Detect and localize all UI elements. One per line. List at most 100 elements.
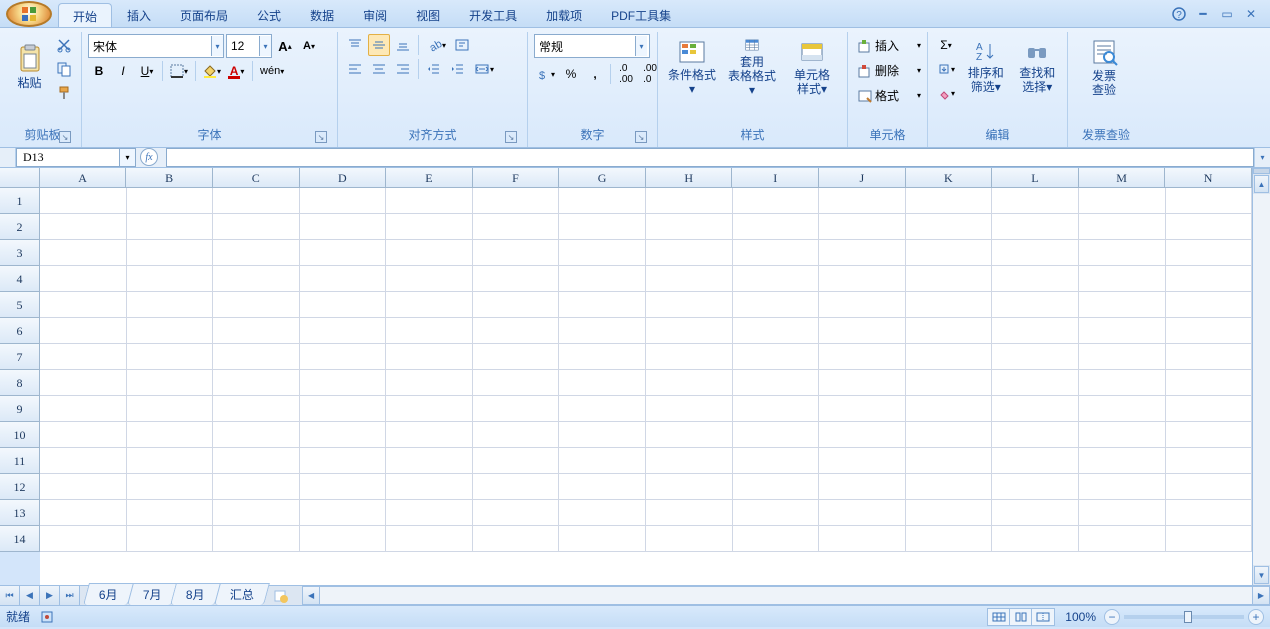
comma-button[interactable]: , bbox=[584, 63, 606, 85]
cell-styles-button[interactable]: 单元格样式▾ bbox=[784, 34, 840, 100]
normal-view-button[interactable] bbox=[988, 609, 1010, 625]
find-select-button[interactable]: 查找和选择▾ bbox=[1014, 34, 1061, 100]
autosum-button[interactable]: Σ▾ bbox=[934, 34, 958, 56]
tab-插入[interactable]: 插入 bbox=[113, 3, 165, 27]
new-sheet-button[interactable] bbox=[270, 586, 292, 605]
row-header-14[interactable]: 14 bbox=[0, 526, 40, 552]
format-painter-button[interactable] bbox=[53, 82, 75, 104]
col-header-C[interactable]: C bbox=[213, 168, 300, 187]
font-name-dropdown[interactable]: ▾ bbox=[211, 36, 223, 56]
font-size-dropdown[interactable]: ▾ bbox=[259, 36, 271, 56]
zoom-level[interactable]: 100% bbox=[1065, 610, 1096, 624]
restore-icon[interactable]: ▭ bbox=[1220, 7, 1234, 21]
col-header-I[interactable]: I bbox=[732, 168, 819, 187]
decrease-font-button[interactable]: A▾ bbox=[298, 35, 320, 57]
col-header-A[interactable]: A bbox=[40, 168, 127, 187]
row-header-2[interactable]: 2 bbox=[0, 214, 40, 240]
sheet-tab-6月[interactable]: 6月 bbox=[83, 583, 134, 605]
decrease-indent-button[interactable] bbox=[423, 58, 445, 80]
fx-button[interactable]: fx bbox=[140, 148, 158, 166]
format-cells-button[interactable]: 格式▾ bbox=[854, 84, 924, 107]
col-header-J[interactable]: J bbox=[819, 168, 906, 187]
page-layout-view-button[interactable] bbox=[1010, 609, 1032, 625]
col-header-B[interactable]: B bbox=[126, 168, 213, 187]
number-format-dropdown[interactable]: ▾ bbox=[635, 36, 647, 56]
row-header-5[interactable]: 5 bbox=[0, 292, 40, 318]
paste-button[interactable]: 粘贴 bbox=[10, 34, 49, 100]
row-header-11[interactable]: 11 bbox=[0, 448, 40, 474]
invoice-check-button[interactable]: 发票查验 bbox=[1074, 34, 1134, 100]
tab-审阅[interactable]: 审阅 bbox=[349, 3, 401, 27]
wrap-text-button[interactable] bbox=[451, 34, 473, 56]
copy-button[interactable] bbox=[53, 58, 75, 80]
font-launcher[interactable]: ↘ bbox=[315, 131, 327, 143]
macro-record-icon[interactable] bbox=[40, 610, 54, 624]
sheet-nav-prev[interactable]: ◀ bbox=[20, 586, 40, 605]
orientation-button[interactable]: ab▾ bbox=[423, 34, 449, 56]
close-icon[interactable]: ✕ bbox=[1244, 7, 1258, 21]
row-header-12[interactable]: 12 bbox=[0, 474, 40, 500]
name-box-dropdown[interactable]: ▾ bbox=[119, 149, 135, 166]
sheet-tab-8月[interactable]: 8月 bbox=[170, 583, 221, 605]
align-left-button[interactable] bbox=[344, 58, 366, 80]
tab-公式[interactable]: 公式 bbox=[243, 3, 295, 27]
currency-button[interactable]: $▾ bbox=[534, 63, 558, 85]
row-header-7[interactable]: 7 bbox=[0, 344, 40, 370]
scroll-down-button[interactable]: ▼ bbox=[1254, 566, 1269, 584]
increase-decimal-button[interactable]: .0.00 bbox=[615, 60, 637, 88]
align-bottom-button[interactable] bbox=[392, 34, 414, 56]
merge-cells-button[interactable]: ▾ bbox=[471, 58, 497, 80]
fill-color-button[interactable]: ▾ bbox=[200, 60, 224, 82]
sheet-nav-last[interactable]: ⏭ bbox=[60, 586, 80, 605]
tab-数据[interactable]: 数据 bbox=[296, 3, 348, 27]
col-header-F[interactable]: F bbox=[473, 168, 560, 187]
scroll-right-button[interactable]: ▶ bbox=[1252, 586, 1270, 605]
align-middle-button[interactable] bbox=[368, 34, 390, 56]
font-name-input[interactable] bbox=[89, 35, 209, 57]
row-header-8[interactable]: 8 bbox=[0, 370, 40, 396]
delete-cells-button[interactable]: 删除▾ bbox=[854, 59, 924, 82]
increase-font-button[interactable]: A▴ bbox=[274, 35, 296, 57]
scroll-up-button[interactable]: ▲ bbox=[1254, 175, 1269, 193]
tab-开发工具[interactable]: 开发工具 bbox=[455, 3, 531, 27]
italic-button[interactable]: I bbox=[112, 60, 134, 82]
minimize-icon[interactable]: ━ bbox=[1196, 7, 1210, 21]
scroll-left-button[interactable]: ◀ bbox=[302, 586, 320, 605]
font-size-input[interactable] bbox=[227, 35, 257, 57]
formula-expand-button[interactable]: ▾ bbox=[1254, 148, 1270, 167]
conditional-format-button[interactable]: 条件格式▾ bbox=[664, 34, 720, 100]
tab-加载项[interactable]: 加载项 bbox=[532, 3, 596, 27]
align-right-button[interactable] bbox=[392, 58, 414, 80]
col-header-N[interactable]: N bbox=[1165, 168, 1252, 187]
split-handle-top[interactable] bbox=[1253, 168, 1270, 174]
col-header-K[interactable]: K bbox=[906, 168, 993, 187]
help-icon[interactable]: ? bbox=[1172, 7, 1186, 21]
align-top-button[interactable] bbox=[344, 34, 366, 56]
vertical-scrollbar[interactable]: ▲ ▼ bbox=[1252, 168, 1270, 585]
formula-input[interactable] bbox=[166, 148, 1254, 167]
borders-button[interactable]: ▾ bbox=[167, 60, 191, 82]
horizontal-scrollbar[interactable]: ◀ ▶ bbox=[302, 586, 1270, 605]
table-format-button[interactable]: 套用表格格式▾ bbox=[724, 34, 780, 100]
row-header-3[interactable]: 3 bbox=[0, 240, 40, 266]
align-center-button[interactable] bbox=[368, 58, 390, 80]
office-button[interactable] bbox=[6, 1, 52, 27]
font-color-button[interactable]: A▾ bbox=[226, 60, 248, 82]
clipboard-launcher[interactable]: ↘ bbox=[59, 131, 71, 143]
cells-grid[interactable] bbox=[40, 188, 1252, 585]
underline-button[interactable]: U▾ bbox=[136, 60, 158, 82]
sheet-tab-汇总[interactable]: 汇总 bbox=[214, 583, 270, 605]
tab-视图[interactable]: 视图 bbox=[402, 3, 454, 27]
insert-cells-button[interactable]: 插入▾ bbox=[854, 34, 924, 57]
col-header-E[interactable]: E bbox=[386, 168, 473, 187]
row-header-6[interactable]: 6 bbox=[0, 318, 40, 344]
tab-开始[interactable]: 开始 bbox=[58, 3, 112, 27]
select-all-corner[interactable] bbox=[0, 168, 40, 187]
row-header-9[interactable]: 9 bbox=[0, 396, 40, 422]
sheet-nav-next[interactable]: ▶ bbox=[40, 586, 60, 605]
col-header-H[interactable]: H bbox=[646, 168, 733, 187]
col-header-G[interactable]: G bbox=[559, 168, 646, 187]
fill-button[interactable]: ▾ bbox=[934, 58, 958, 80]
col-header-M[interactable]: M bbox=[1079, 168, 1166, 187]
increase-indent-button[interactable] bbox=[447, 58, 469, 80]
